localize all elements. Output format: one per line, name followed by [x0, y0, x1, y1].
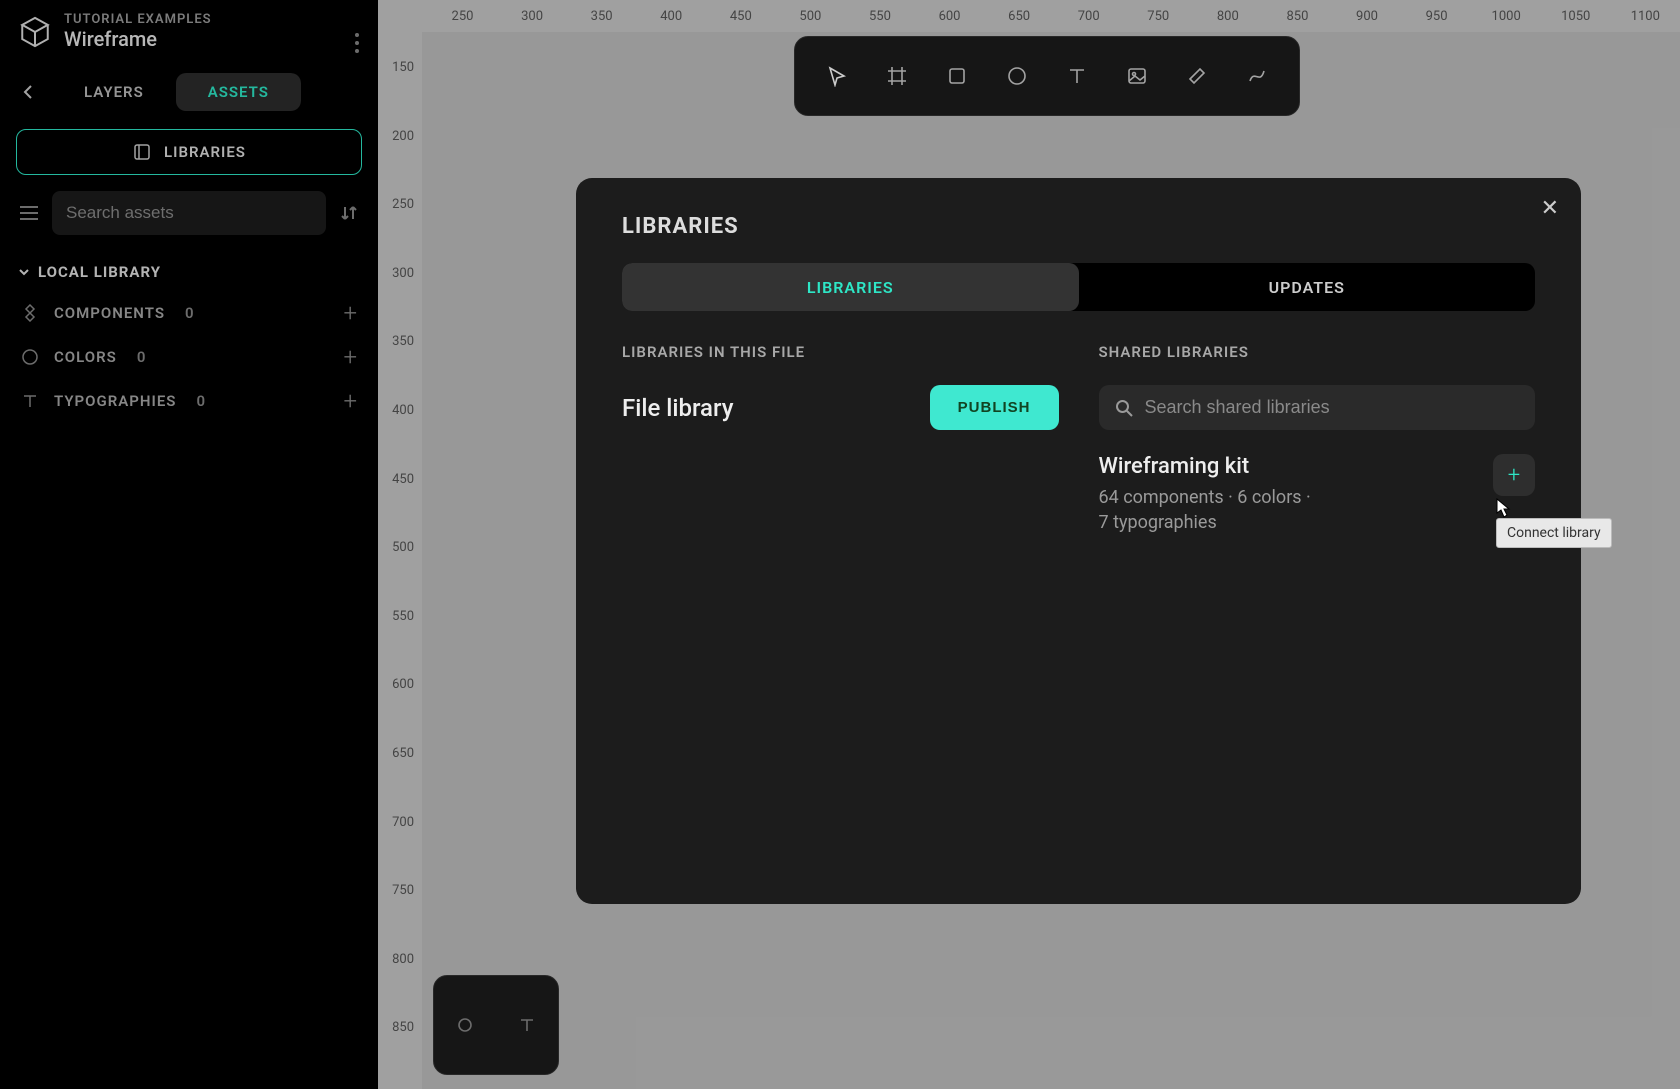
search-icon [1115, 399, 1133, 417]
cursor-icon [1496, 498, 1512, 518]
shared-search-input[interactable] [1145, 397, 1520, 418]
publish-button[interactable]: PUBLISH [930, 385, 1059, 430]
shared-library-item: Wireframing kit 64 components · 6 colors… [1099, 454, 1536, 535]
shared-library-name: Wireframing kit [1099, 454, 1311, 479]
modal-tabs: LIBRARIES UPDATES [622, 263, 1535, 311]
libraries-in-file-heading: LIBRARIES IN THIS FILE [622, 343, 1059, 361]
shared-library-meta: 64 components · 6 colors · 7 typographie… [1099, 485, 1311, 535]
shared-libraries-heading: SHARED LIBRARIES [1099, 343, 1536, 361]
close-icon[interactable]: ✕ [1541, 196, 1559, 221]
modal-tab-libraries[interactable]: LIBRARIES [622, 263, 1079, 311]
connect-library-button[interactable]: + [1493, 454, 1535, 496]
shared-library-meta-line: 7 typographies [1099, 512, 1217, 533]
shared-libraries-column: SHARED LIBRARIES Wireframing kit 64 comp… [1099, 343, 1536, 535]
modal-tab-updates[interactable]: UPDATES [1079, 263, 1536, 311]
shared-search[interactable] [1099, 385, 1536, 430]
libraries-modal: ✕ LIBRARIES LIBRARIES UPDATES LIBRARIES … [576, 178, 1581, 904]
tooltip: Connect library [1496, 518, 1612, 548]
modal-title: LIBRARIES [622, 214, 1535, 239]
libraries-in-file-column: LIBRARIES IN THIS FILE File library PUBL… [622, 343, 1059, 535]
file-library-name: File library [622, 394, 733, 422]
shared-library-meta-line: 64 components · 6 colors · [1099, 487, 1311, 508]
